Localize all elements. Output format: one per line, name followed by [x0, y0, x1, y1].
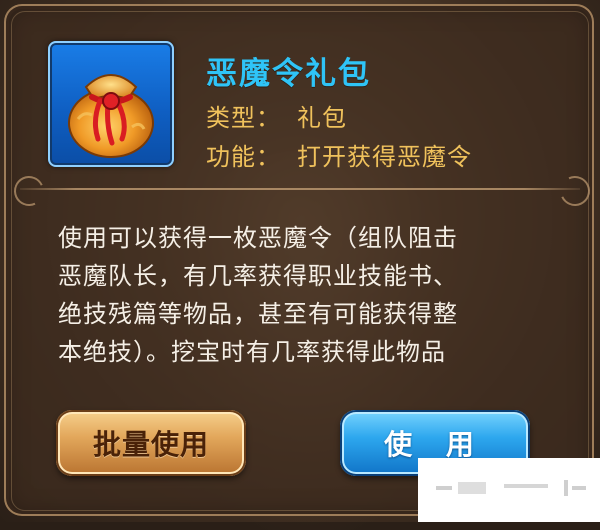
- item-type-value: 礼包: [297, 104, 347, 132]
- item-function-row: 功能： 打开获得恶魔令: [206, 137, 472, 172]
- item-type-row: 类型： 礼包: [206, 98, 347, 133]
- description-line: 使用可以获得一枚恶魔令（组队阻击: [58, 224, 458, 252]
- item-type-label: 类型：: [206, 104, 281, 132]
- description-line: 恶魔队长，有几率获得职业技能书、: [58, 262, 458, 290]
- description-line: 绝技残篇等物品，甚至有可能获得整: [58, 300, 458, 328]
- item-description: 使用可以获得一枚恶魔令（组队阻击 恶魔队长，有几率获得职业技能书、 绝技残篇等物…: [58, 219, 578, 371]
- batch-use-button[interactable]: 批量使用: [56, 410, 246, 476]
- description-line: 本绝技）。挖宝时有几率获得此物品: [58, 338, 446, 366]
- item-icon-frame: [48, 41, 174, 167]
- item-function-label: 功能：: [206, 143, 281, 171]
- watermark-overlay: [418, 458, 600, 522]
- item-name: 恶魔令礼包: [206, 56, 371, 92]
- watermark-logo-icon: [436, 480, 586, 496]
- item-function-value: 打开获得恶魔令: [297, 143, 472, 171]
- red-cloth-pouch-icon: [68, 74, 154, 158]
- section-divider: [20, 188, 580, 190]
